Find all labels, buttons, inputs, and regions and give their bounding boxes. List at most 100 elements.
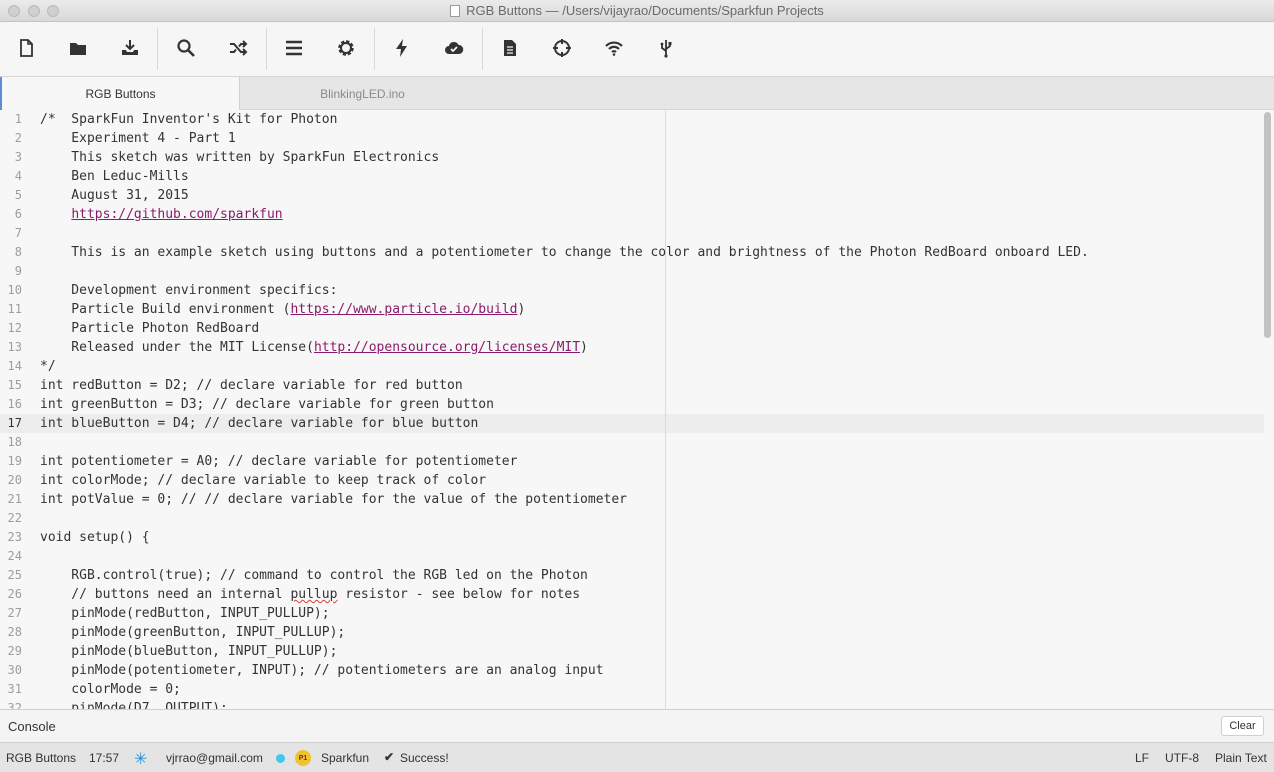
status-time: 17:57 (89, 751, 120, 765)
new-file-icon[interactable] (14, 36, 38, 60)
line-number: 2 (14, 131, 22, 145)
code-line[interactable]: /* SparkFun Inventor's Kit for Photon (40, 110, 337, 129)
particle-logo-icon[interactable]: ✳ (134, 749, 147, 769)
toolbar-separator (266, 28, 267, 70)
menu-icon[interactable] (282, 36, 306, 60)
status-device-name[interactable]: Sparkfun (321, 751, 369, 765)
status-encoding[interactable]: UTF-8 (1165, 751, 1199, 765)
line-number: 11 (7, 302, 22, 316)
open-folder-icon[interactable] (66, 36, 90, 60)
tab-blinkingled[interactable]: BlinkingLED.ino (241, 77, 484, 110)
line-number-gutter: 1 2 3 4 5 6 7 8 9 10 11 12 13 14 15 16 17 18 19 20 21 22 23 24 2… (0, 110, 30, 709)
toolbar-separator (374, 28, 375, 70)
line-number: 20 (7, 473, 22, 487)
usb-icon[interactable] (654, 36, 678, 60)
code-line[interactable]: colorMode = 0; (40, 680, 181, 699)
console-panel: Console Clear (0, 709, 1274, 742)
line-number: 21 (7, 492, 22, 506)
code-line[interactable]: pinMode(potentiometer, INPUT); // potent… (40, 661, 603, 680)
code-line[interactable]: pinMode(greenButton, INPUT_PULLUP); (40, 623, 345, 642)
line-number: 5 (14, 188, 22, 202)
line-number: 19 (7, 454, 22, 468)
toolbar (0, 22, 1274, 77)
line-number: 30 (7, 663, 22, 677)
line-number: 6 (14, 207, 22, 221)
code-line[interactable]: // buttons need an internal pullup resis… (40, 585, 580, 604)
line-number: 31 (7, 682, 22, 696)
gear-icon[interactable] (334, 36, 358, 60)
status-line-ending[interactable]: LF (1135, 751, 1149, 765)
target-icon[interactable] (550, 36, 574, 60)
line-number: 1 (14, 112, 22, 126)
spelling-error: pullup (290, 587, 338, 602)
code-line[interactable]: pinMode(D7, OUTPUT); (40, 699, 228, 709)
cloud-check-icon[interactable] (442, 36, 466, 60)
status-grammar[interactable]: Plain Text (1215, 751, 1267, 765)
line-number: 27 (7, 606, 22, 620)
console-label: Console (8, 719, 56, 734)
document-icon[interactable] (498, 36, 522, 60)
line-number: 28 (7, 625, 22, 639)
wifi-icon[interactable] (602, 36, 626, 60)
line-number: 13 (7, 340, 22, 354)
line-number: 26 (7, 587, 22, 601)
tab-bar: RGB Buttons BlinkingLED.ino (0, 77, 1274, 110)
line-number: 9 (14, 264, 22, 278)
code-line[interactable]: pinMode(blueButton, INPUT_PULLUP); (40, 642, 337, 661)
code-line[interactable]: */ (40, 357, 56, 376)
code-line[interactable]: Particle Build environment (https://www.… (40, 300, 525, 319)
line-number: 4 (14, 169, 22, 183)
line-number: 14 (7, 359, 22, 373)
code-line[interactable]: Released under the MIT License(http://op… (40, 338, 588, 357)
device-badge: P1 (295, 750, 311, 766)
download-icon[interactable] (118, 36, 142, 60)
line-number: 25 (7, 568, 22, 582)
line-number: 23 (7, 530, 22, 544)
code-line[interactable]: int colorMode; // declare variable to ke… (40, 471, 486, 490)
code-line[interactable]: This is an example sketch using buttons … (40, 243, 1088, 262)
code-line[interactable]: Experiment 4 - Part 1 (40, 129, 235, 148)
vertical-scrollbar[interactable] (1264, 112, 1271, 338)
code-line[interactable]: This sketch was written by SparkFun Elec… (40, 148, 439, 167)
flash-icon[interactable] (390, 36, 414, 60)
line-number: 17 (7, 416, 22, 430)
code-link[interactable]: https://www.particle.io/build (290, 302, 517, 317)
search-icon[interactable] (174, 36, 198, 60)
title-bar: RGB Buttons — /Users/vijayrao/Documents/… (0, 0, 1274, 22)
device-status-dot-icon (276, 754, 285, 763)
code-line[interactable]: int potValue = 0; // // declare variable… (40, 490, 627, 509)
checkmark-icon: ✔ (384, 750, 395, 764)
status-account-email[interactable]: vjrrao@gmail.com (166, 751, 263, 765)
code-line[interactable]: int redButton = D2; // declare variable … (40, 376, 463, 395)
code-line[interactable]: int greenButton = D3; // declare variabl… (40, 395, 494, 414)
code-line[interactable]: Particle Photon RedBoard (40, 319, 259, 338)
line-number: 32 (7, 701, 22, 709)
status-bar: RGB Buttons 17:57 ✳ vjrrao@gmail.com P1 … (0, 742, 1274, 772)
clear-button[interactable]: Clear (1221, 716, 1264, 736)
toolbar-separator (482, 28, 483, 70)
window-title: RGB Buttons — /Users/vijayrao/Documents/… (466, 3, 824, 18)
code-line[interactable]: void setup() { (40, 528, 150, 547)
line-number: 7 (14, 226, 22, 240)
code-editor[interactable]: 1 2 3 4 5 6 7 8 9 10 11 12 13 14 15 16 17 18 19 20 21 22 23 24 2… (0, 110, 1274, 709)
window-title-wrap: RGB Buttons — /Users/vijayrao/Documents/… (0, 3, 1274, 18)
wrap-guide (665, 110, 666, 709)
code-line[interactable]: Ben Leduc-Mills (40, 167, 188, 186)
code-line[interactable]: Development environment specifics: (40, 281, 337, 300)
status-file-name[interactable]: RGB Buttons (6, 751, 76, 765)
line-number: 12 (7, 321, 22, 335)
code-line[interactable]: int potentiometer = A0; // declare varia… (40, 452, 517, 471)
code-link[interactable]: https://github.com/sparkfun (71, 207, 282, 222)
code-line[interactable]: August 31, 2015 (40, 186, 188, 205)
document-proxy-icon (450, 5, 461, 17)
tab-rgb-buttons[interactable]: RGB Buttons (0, 77, 240, 110)
code-link[interactable]: http://opensource.org/licenses/MIT (314, 340, 580, 355)
line-number: 16 (7, 397, 22, 411)
code-line[interactable]: int blueButton = D4; // declare variable… (40, 414, 478, 433)
code-line[interactable]: pinMode(redButton, INPUT_PULLUP); (40, 604, 329, 623)
code-line[interactable]: RGB.control(true); // command to control… (40, 566, 588, 585)
shuffle-icon[interactable] (226, 36, 250, 60)
code-line[interactable]: https://github.com/sparkfun (40, 205, 282, 224)
line-number: 24 (7, 549, 22, 563)
line-number: 15 (7, 378, 22, 392)
